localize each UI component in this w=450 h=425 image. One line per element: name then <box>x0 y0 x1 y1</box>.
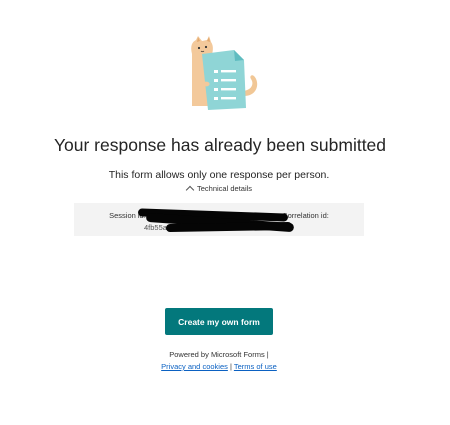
one-response-message: This form allows only one response per p… <box>108 169 330 181</box>
chevron-up-icon <box>185 185 195 195</box>
page-title: Your response has already been submitted <box>53 135 387 155</box>
footer: Powered by Microsoft Forms | Privacy and… <box>0 349 438 373</box>
cat-with-form-icon <box>191 36 258 110</box>
technical-details-toggle[interactable]: Technical details <box>185 184 253 195</box>
terms-of-use-link[interactable]: Terms of use <box>234 362 277 371</box>
footer-separator: | <box>229 362 232 371</box>
create-my-own-form-button[interactable]: Create my own form <box>165 308 273 335</box>
powered-by-text: Powered by Microsoft Forms | <box>169 350 269 359</box>
technical-details-panel: Session id: , Correlation id: 4fb55a1e <box>74 203 364 236</box>
technical-details-label: Technical details <box>197 184 253 193</box>
privacy-and-cookies-link[interactable]: Privacy and cookies <box>161 362 228 371</box>
already-submitted-page: Your response has already been submitted… <box>0 0 450 425</box>
